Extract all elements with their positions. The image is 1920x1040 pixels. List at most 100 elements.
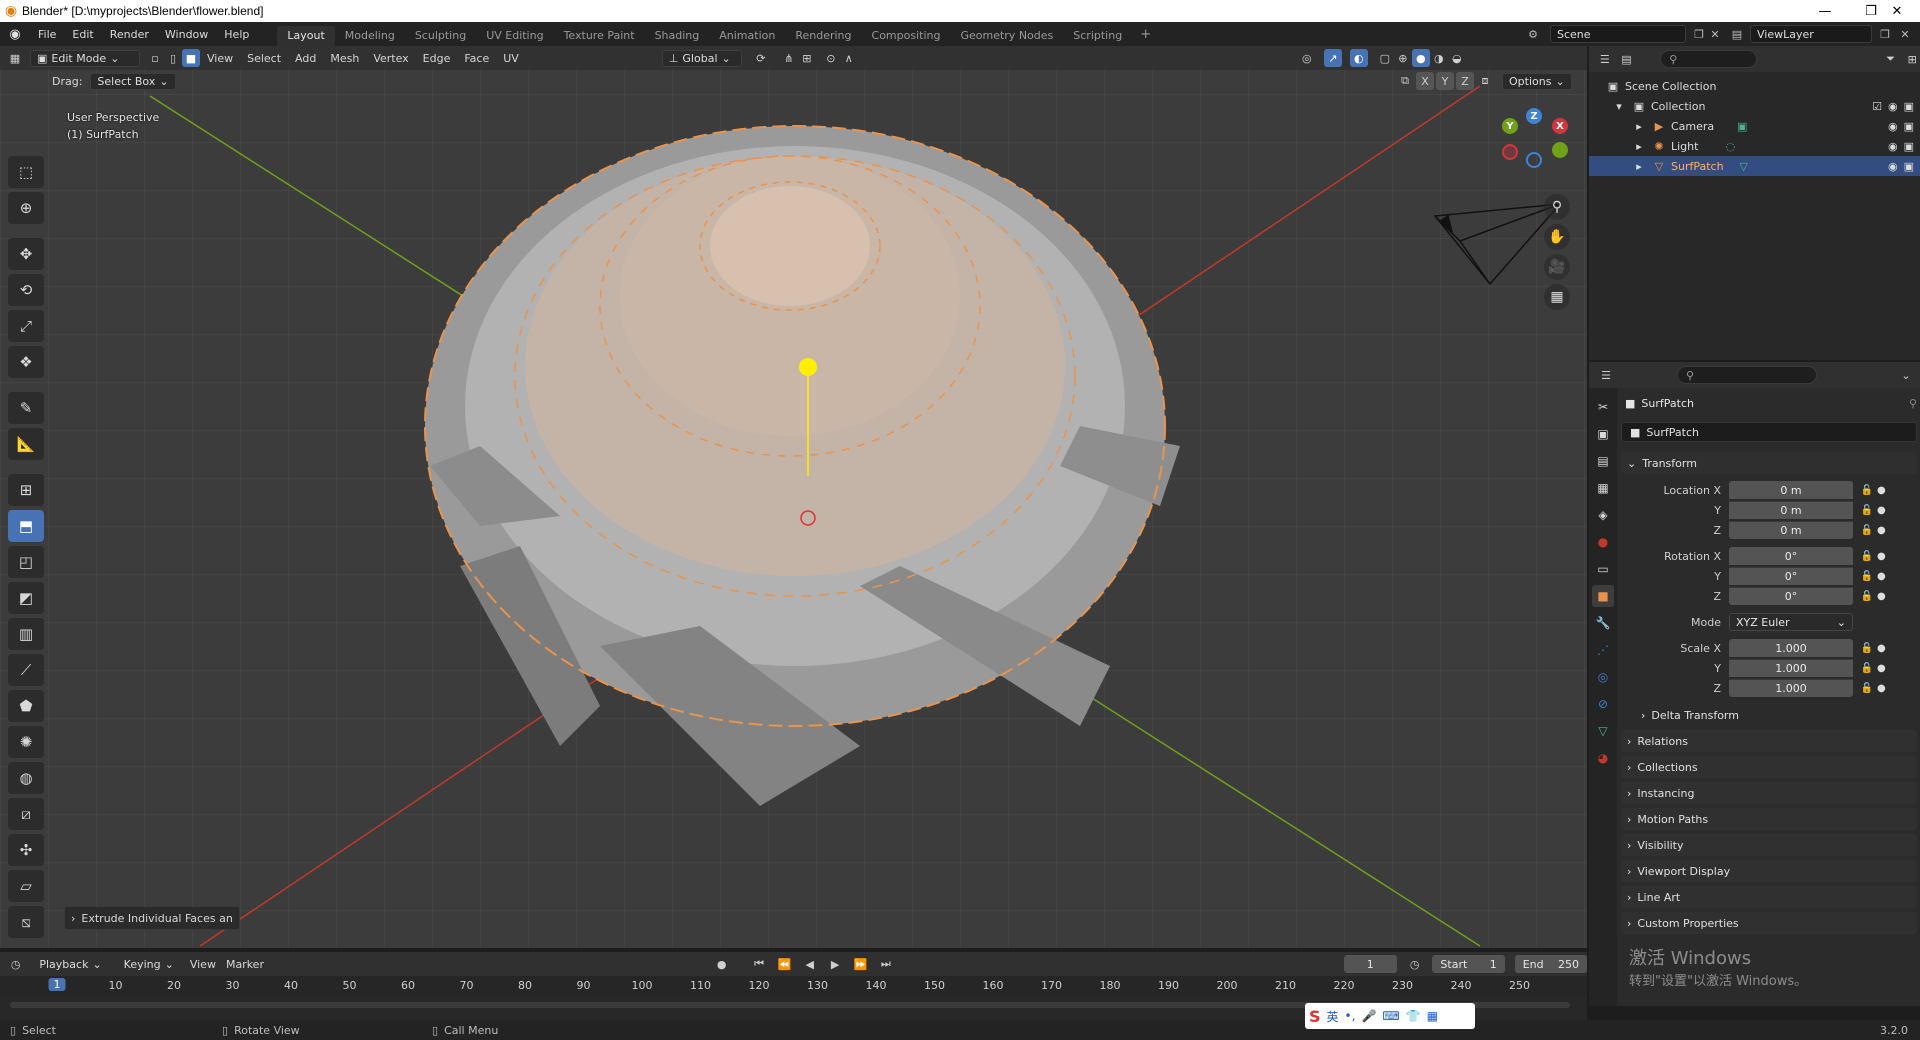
eye-icon[interactable]: ◉ bbox=[1888, 100, 1898, 113]
lock-icon[interactable]: 🔓 bbox=[1857, 485, 1877, 496]
wireframe-shading-icon[interactable]: ⊕ bbox=[1394, 49, 1412, 67]
view-layer-icon[interactable]: ▤ bbox=[1728, 26, 1746, 42]
outliner-search-input[interactable]: ⚲ bbox=[1660, 50, 1757, 68]
menu-edit[interactable]: Edit bbox=[64, 28, 101, 41]
keyframe-dot-icon[interactable]: ● bbox=[1877, 525, 1886, 536]
snap-icon[interactable]: ⋔ bbox=[780, 49, 798, 67]
snap-target-icon[interactable]: ⊞ bbox=[798, 49, 816, 67]
microphone-icon[interactable]: 🎤 bbox=[1361, 1009, 1376, 1023]
rotation-y-field[interactable]: 0° bbox=[1729, 567, 1853, 585]
play-reverse-icon[interactable]: ◀ bbox=[802, 955, 817, 973]
chevron-down-icon[interactable]: ⌄ bbox=[1897, 366, 1915, 384]
camera-render-icon[interactable]: ▣ bbox=[1904, 140, 1914, 153]
keyframe-dot-icon[interactable]: ● bbox=[1877, 663, 1886, 674]
constraints-tab-icon[interactable]: ⊘ bbox=[1592, 693, 1614, 715]
camera-view-icon[interactable]: 🎥 bbox=[1544, 254, 1570, 280]
vertex-select-icon[interactable]: ▫ bbox=[146, 49, 164, 67]
filter-icon[interactable]: ⏷ bbox=[1883, 50, 1899, 68]
menu-uv[interactable]: UV bbox=[496, 52, 526, 65]
move-icon[interactable]: ✥ bbox=[8, 238, 44, 270]
bevel-icon[interactable]: ◩ bbox=[8, 582, 44, 614]
lock-icon[interactable]: 🔓 bbox=[1857, 663, 1877, 674]
falloff-icon[interactable]: ∧ bbox=[840, 49, 858, 67]
eye-icon[interactable]: ◉ bbox=[1888, 140, 1898, 153]
smooth-icon[interactable]: ◍ bbox=[8, 762, 44, 794]
line-art-panel-header[interactable]: › Line Art bbox=[1621, 886, 1917, 908]
lock-icon[interactable]: 🔓 bbox=[1857, 505, 1877, 516]
keyframe-dot-icon[interactable]: ● bbox=[1877, 643, 1886, 654]
keyframe-dot-icon[interactable]: ● bbox=[1877, 505, 1886, 516]
data-tab-icon[interactable]: ▽ bbox=[1592, 720, 1614, 742]
view-menu[interactable]: View bbox=[190, 958, 216, 971]
gizmo-neg-z[interactable] bbox=[1526, 152, 1542, 168]
menu-edge[interactable]: Edge bbox=[416, 52, 458, 65]
particles-tab-icon[interactable]: ⋰ bbox=[1592, 639, 1614, 661]
lock-icon[interactable]: 🔓 bbox=[1857, 591, 1877, 602]
tab-geometry-nodes[interactable]: Geometry Nodes bbox=[950, 26, 1063, 46]
last-operator-panel[interactable]: › Extrude Individual Faces an bbox=[64, 906, 240, 930]
object-tab-icon[interactable]: ■ bbox=[1592, 585, 1614, 607]
play-icon[interactable]: ▶ bbox=[827, 955, 842, 973]
remove-scene-icon[interactable]: ✕ bbox=[1706, 26, 1724, 42]
skin-icon[interactable]: 👕 bbox=[1406, 1009, 1421, 1023]
tab-texture-paint[interactable]: Texture Paint bbox=[554, 26, 645, 46]
custom-properties-panel-header[interactable]: › Custom Properties bbox=[1621, 912, 1917, 934]
new-view-layer-icon[interactable]: ❐ bbox=[1876, 26, 1894, 42]
edge-slide-icon[interactable]: ⧄ bbox=[8, 798, 44, 830]
outliner-row-collection[interactable]: ▾ ▣ Collection ☑ ◉ ▣ bbox=[1589, 96, 1920, 116]
current-frame-marker[interactable]: 1 bbox=[48, 978, 66, 991]
gizmo-toggle-icon[interactable]: ↗ bbox=[1323, 49, 1342, 67]
tab-sculpting[interactable]: Sculpting bbox=[405, 26, 476, 46]
collection-tab-icon[interactable]: ▭ bbox=[1592, 558, 1614, 580]
chevron-down-icon[interactable]: ▾ bbox=[1611, 99, 1627, 113]
display-mode-icon[interactable]: ▤ bbox=[1619, 50, 1635, 68]
remove-view-layer-icon[interactable]: ✕ bbox=[1896, 26, 1914, 42]
keyframe-dot-icon[interactable]: ● bbox=[1877, 591, 1886, 602]
eye-icon[interactable]: ◉ bbox=[1888, 160, 1898, 173]
lock-icon[interactable]: 🔓 bbox=[1857, 683, 1877, 694]
scene-type-icon[interactable]: ⚙ bbox=[1524, 26, 1542, 42]
new-collection-icon[interactable]: ⊞ bbox=[1904, 50, 1920, 68]
record-icon[interactable]: ● bbox=[714, 955, 729, 973]
eye-icon[interactable]: ◉ bbox=[1888, 120, 1898, 133]
outliner-editor-icon[interactable]: ☰ bbox=[1597, 50, 1613, 68]
camera-render-icon[interactable]: ▣ bbox=[1904, 160, 1914, 173]
annotate-icon[interactable]: ✎ bbox=[8, 392, 44, 424]
properties-search-input[interactable]: ⚲ bbox=[1677, 366, 1817, 384]
delta-transform-header[interactable]: › Delta Transform bbox=[1635, 704, 1917, 726]
edge-select-icon[interactable]: ▯ bbox=[164, 49, 182, 67]
mode-dropdown[interactable]: ▣ Edit Mode ⌄ bbox=[30, 49, 140, 67]
playback-menu[interactable]: Playback ⌄ bbox=[33, 957, 107, 972]
toolbox-icon[interactable]: ▦ bbox=[1427, 1009, 1438, 1023]
lock-icon[interactable]: 🔓 bbox=[1857, 571, 1877, 582]
rendered-shading-icon[interactable]: ◒ bbox=[1448, 49, 1466, 67]
keyframe-dot-icon[interactable]: ● bbox=[1877, 551, 1886, 562]
perspective-grid-icon[interactable]: ▦ bbox=[1544, 284, 1570, 310]
menu-mesh[interactable]: Mesh bbox=[323, 52, 366, 65]
add-cube-icon[interactable]: ⊞ bbox=[8, 474, 44, 506]
gizmo-neg-y[interactable] bbox=[1552, 142, 1568, 158]
transform-icon[interactable]: ❖ bbox=[8, 346, 44, 378]
tab-shading[interactable]: Shading bbox=[645, 26, 710, 46]
xray-toggle-icon[interactable]: ▢ bbox=[1376, 49, 1394, 67]
scene-tab-icon[interactable]: ◈ bbox=[1592, 504, 1614, 526]
menu-add[interactable]: Add bbox=[288, 52, 323, 65]
gizmo-z-axis[interactable]: Z bbox=[1526, 108, 1542, 124]
menu-file[interactable]: File bbox=[30, 28, 64, 41]
gizmo-neg-x[interactable] bbox=[1502, 144, 1518, 160]
rotation-x-field[interactable]: 0° bbox=[1729, 547, 1853, 565]
editor-type-icon[interactable]: ▦ bbox=[6, 49, 24, 67]
3d-viewport[interactable]: ▦ ▣ Edit Mode ⌄ ▫ ▯ ■ View Select Add Mesh… bbox=[0, 46, 1587, 948]
scale-z-field[interactable]: 1.000 bbox=[1729, 679, 1853, 697]
visibility-icon[interactable]: ◎ bbox=[1298, 49, 1316, 67]
camera-render-icon[interactable]: ▣ bbox=[1904, 100, 1914, 113]
view-layer-tab-icon[interactable]: ▦ bbox=[1592, 477, 1614, 499]
punctuation-icon[interactable]: •, bbox=[1345, 1009, 1356, 1023]
rotation-z-field[interactable]: 0° bbox=[1729, 587, 1853, 605]
physics-tab-icon[interactable]: ◎ bbox=[1592, 666, 1614, 688]
scale-y-field[interactable]: 1.000 bbox=[1729, 659, 1853, 677]
material-shading-icon[interactable]: ◑ bbox=[1430, 49, 1448, 67]
proportional-edit-icon[interactable]: ⊙ bbox=[822, 49, 840, 67]
material-tab-icon[interactable]: ◕ bbox=[1592, 747, 1614, 769]
lock-icon[interactable]: 🔓 bbox=[1857, 551, 1877, 562]
